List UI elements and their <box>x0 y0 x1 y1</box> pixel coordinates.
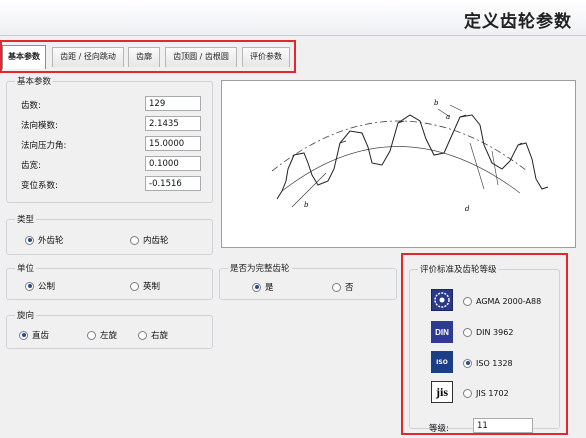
jis-radio[interactable] <box>463 388 472 398</box>
din-logo-icon: DIN <box>431 321 453 343</box>
agma-label: AGMA 2000-A88 <box>476 296 542 306</box>
tab-evaluation-params[interactable]: 评价参数 <box>242 47 290 67</box>
normal-module-label: 法向模数: <box>21 121 58 131</box>
iso-radio[interactable] <box>463 358 472 368</box>
basic-params-panel: 基本参数 齿数: 129 法向模数: 2.1435 法向压力角: 15.0000… <box>6 75 213 203</box>
internal-gear-option[interactable]: 内齿轮 <box>130 234 169 246</box>
diagram-label-d: d <box>465 205 470 213</box>
tab-tip-root-circle[interactable]: 齿顶圆 / 齿根圆 <box>165 47 237 67</box>
tab-strip: 基本参数 齿距 / 径向跳动 齿廓 齿顶圆 / 齿根圆 评价参数 <box>0 40 296 73</box>
normal-module-input[interactable]: 2.1435 <box>145 116 201 131</box>
grade-label: 等级: <box>429 424 449 434</box>
external-gear-option[interactable]: 外齿轮 <box>25 234 64 246</box>
internal-gear-radio[interactable] <box>130 235 139 245</box>
teeth-count-label: 齿数: <box>21 101 41 111</box>
right-hand-label: 右旋 <box>151 331 169 341</box>
jis-option[interactable]: JIS 1702 <box>463 387 509 399</box>
unit-title: 单位 <box>15 262 37 274</box>
iso-logo-icon: ISO <box>431 351 453 373</box>
imperial-label: 英制 <box>143 282 161 292</box>
internal-gear-label: 内齿轮 <box>143 236 169 246</box>
jis-logo-icon: jis <box>431 381 453 403</box>
tab-basic-params[interactable]: 基本参数 <box>2 45 46 69</box>
spur-label: 直齿 <box>32 331 50 341</box>
teeth-count-input[interactable]: 129 <box>145 96 201 111</box>
right-hand-radio[interactable] <box>138 330 147 340</box>
gear-type-panel: 类型 外齿轮 内齿轮 <box>6 213 213 255</box>
complete-yes-radio[interactable] <box>252 282 261 292</box>
page-title: 定义齿轮参数 <box>464 12 572 32</box>
pressure-angle-input[interactable]: 15.0000 <box>145 136 201 151</box>
helix-panel: 旋向 直齿 左旋 右旋 <box>6 309 213 349</box>
imperial-option[interactable]: 英制 <box>130 280 160 292</box>
unit-panel: 单位 公制 英制 <box>6 262 213 300</box>
iso-option[interactable]: ISO 1328 <box>463 357 513 369</box>
metric-radio[interactable] <box>25 281 34 291</box>
complete-no-option[interactable]: 否 <box>332 281 354 293</box>
helix-title: 旋向 <box>15 309 37 321</box>
complete-gear-title: 是否为完整齿轮 <box>228 262 292 274</box>
external-gear-label: 外齿轮 <box>38 236 64 246</box>
pressure-angle-label: 法向压力角: <box>21 141 67 151</box>
diagram-label-a: a <box>446 113 450 121</box>
left-hand-option[interactable]: 左旋 <box>87 329 117 341</box>
din-radio[interactable] <box>463 327 472 337</box>
metric-label: 公制 <box>38 282 56 292</box>
iso-label: ISO 1328 <box>476 358 513 368</box>
right-hand-option[interactable]: 右旋 <box>138 329 168 341</box>
complete-no-radio[interactable] <box>332 282 341 292</box>
face-width-label: 齿宽: <box>21 161 41 171</box>
tab-profile[interactable]: 齿廓 <box>128 47 160 67</box>
left-hand-radio[interactable] <box>87 330 96 340</box>
shift-coefficient-label: 变位系数: <box>21 181 58 191</box>
evaluation-standard-box: 评价标准及齿轮等级 AGMA 2000-A88 DIN DIN 3962 ISO… <box>401 253 568 435</box>
diagram-label-b: b <box>304 201 309 209</box>
gear-type-title: 类型 <box>15 213 37 225</box>
complete-yes-option[interactable]: 是 <box>252 281 274 293</box>
diagram-label-b-top: b <box>434 99 439 107</box>
complete-gear-panel: 是否为完整齿轮 是 否 <box>219 262 397 300</box>
agma-radio[interactable] <box>463 296 472 306</box>
gear-diagram: b b a d <box>221 80 576 248</box>
spur-option[interactable]: 直齿 <box>19 329 49 341</box>
left-hand-label: 左旋 <box>100 331 118 341</box>
gear-diagram-svg: b b a d <box>271 99 549 213</box>
complete-yes-label: 是 <box>265 283 274 293</box>
din-option[interactable]: DIN 3962 <box>463 326 513 338</box>
grade-input[interactable]: 11 <box>473 418 533 433</box>
imperial-radio[interactable] <box>130 281 139 291</box>
shift-coefficient-input[interactable]: -0.1516 <box>145 176 201 191</box>
basic-params-title: 基本参数 <box>15 75 54 87</box>
tab-pitch-runout[interactable]: 齿距 / 径向跳动 <box>52 47 124 67</box>
face-width-input[interactable]: 0.1000 <box>145 156 201 171</box>
jis-label: JIS 1702 <box>476 388 509 398</box>
spur-radio[interactable] <box>19 330 28 340</box>
complete-no-label: 否 <box>345 283 354 293</box>
agma-logo-icon <box>431 289 453 311</box>
agma-option[interactable]: AGMA 2000-A88 <box>463 295 541 307</box>
external-gear-radio[interactable] <box>25 235 34 245</box>
evaluation-standard-title: 评价标准及齿轮等级 <box>418 263 499 275</box>
metric-option[interactable]: 公制 <box>25 280 55 292</box>
header-bar: 定义齿轮参数 <box>0 0 586 36</box>
din-label: DIN 3962 <box>476 327 514 337</box>
